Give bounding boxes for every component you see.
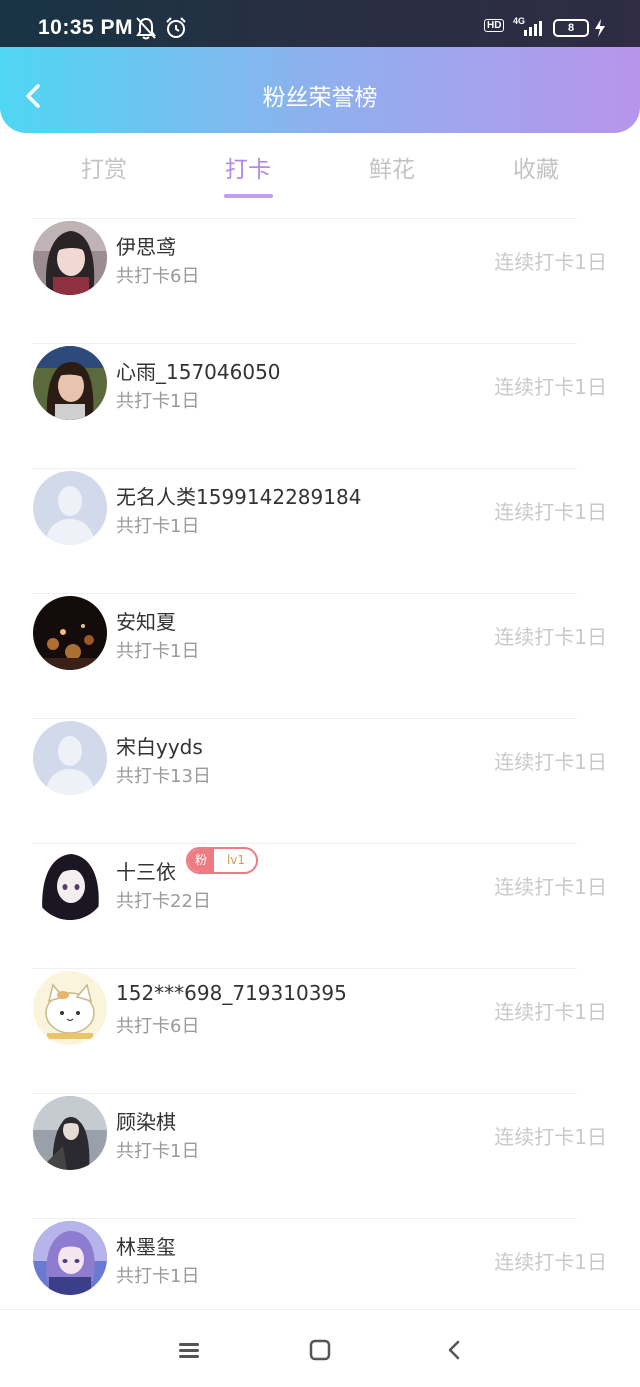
charging-icon: [595, 19, 605, 37]
row-divider: [32, 343, 577, 344]
fan-name: 152***698_719310395: [116, 981, 347, 1005]
fan-level-badge: 粉 lv1: [186, 847, 258, 874]
tab-bar: 打赏 打卡 鲜花 收藏: [0, 140, 640, 202]
system-nav-bar: [0, 1309, 640, 1387]
battery-icon: 8: [553, 19, 589, 37]
tab-checkin[interactable]: 打卡: [178, 150, 318, 184]
nav-back-button[interactable]: [441, 1336, 469, 1364]
row-divider: [32, 843, 577, 844]
row-divider: [32, 468, 577, 469]
avatar[interactable]: [33, 1096, 107, 1170]
battery-level: 8: [567, 22, 575, 34]
tab-flowers[interactable]: 鲜花: [322, 150, 462, 184]
streak-text: 连续打卡1日: [494, 1125, 607, 1149]
streak-text: 连续打卡1日: [494, 750, 607, 774]
total-checkin-count: 共打卡6日: [116, 1016, 200, 1037]
avatar[interactable]: [33, 221, 107, 295]
fan-name: 无名人类1599142289184: [116, 485, 362, 509]
home-square-icon: [309, 1339, 331, 1361]
streak-text: 连续打卡1日: [494, 1250, 607, 1274]
streak-text: 连续打卡1日: [494, 250, 607, 274]
fan-row[interactable]: 无名人类1599142289184 共打卡1日 连续打卡1日: [0, 468, 640, 593]
fan-name: 林墨玺: [116, 1235, 176, 1259]
total-checkin-count: 共打卡1日: [116, 1266, 200, 1287]
fan-row[interactable]: 心雨_157046050 共打卡1日 连续打卡1日: [0, 343, 640, 468]
menu-icon: [179, 1343, 199, 1358]
fan-row[interactable]: 152***698_719310395 共打卡6日 连续打卡1日: [0, 968, 640, 1093]
page-title: 粉丝荣誉榜: [262, 85, 378, 111]
fan-name: 伊思鸢: [116, 235, 176, 259]
fan-row[interactable]: 十三依 粉 lv1 共打卡22日 连续打卡1日: [0, 843, 640, 968]
status-bar: 10:35 PM HD 4G 8: [0, 0, 640, 47]
avatar[interactable]: [33, 346, 107, 420]
avatar[interactable]: [33, 1221, 107, 1295]
row-divider: [32, 218, 577, 219]
default-avatar[interactable]: [33, 721, 107, 795]
streak-text: 连续打卡1日: [494, 875, 607, 899]
bell-muted-icon: [136, 17, 156, 40]
fan-name: 顾染棋: [116, 1110, 176, 1134]
total-checkin-count: 共打卡1日: [116, 641, 200, 662]
total-checkin-count: 共打卡22日: [116, 891, 211, 912]
home-button[interactable]: [306, 1336, 334, 1364]
avatar[interactable]: [33, 971, 107, 1045]
total-checkin-count: 共打卡6日: [116, 266, 200, 287]
fan-badge-level: lv1: [226, 853, 246, 867]
row-divider: [32, 593, 577, 594]
streak-text: 连续打卡1日: [494, 1000, 607, 1024]
alarm-icon: [166, 17, 186, 38]
fan-row[interactable]: 宋白yyds 共打卡13日 连续打卡1日: [0, 718, 640, 843]
hd-icon: HD: [484, 19, 505, 32]
fan-row[interactable]: 安知夏 共打卡1日 连续打卡1日: [0, 593, 640, 718]
tab-reward[interactable]: 打赏: [34, 150, 174, 184]
total-checkin-count: 共打卡1日: [116, 391, 200, 412]
fan-name: 心雨_157046050: [116, 360, 281, 384]
back-triangle-icon: [448, 1340, 460, 1360]
total-checkin-count: 共打卡13日: [116, 766, 211, 787]
status-time: 10:35 PM: [38, 16, 134, 39]
row-divider: [32, 1218, 577, 1219]
avatar[interactable]: [33, 596, 107, 670]
fan-name: 宋白yyds: [116, 735, 203, 759]
streak-text: 连续打卡1日: [494, 375, 607, 399]
fan-name: 安知夏: [116, 610, 176, 634]
menu-button[interactable]: [175, 1336, 203, 1364]
streak-text: 连续打卡1日: [494, 625, 607, 649]
row-divider: [32, 1093, 577, 1094]
active-tab-indicator: [224, 194, 273, 198]
fan-badge-label: 粉: [188, 849, 214, 872]
header: 10:35 PM HD 4G 8 粉丝荣誉榜: [0, 0, 640, 133]
signal-icon: [524, 21, 542, 36]
total-checkin-count: 共打卡1日: [116, 516, 200, 537]
avatar[interactable]: [33, 846, 107, 920]
total-checkin-count: 共打卡1日: [116, 1141, 200, 1162]
row-divider: [32, 718, 577, 719]
streak-text: 连续打卡1日: [494, 500, 607, 524]
tab-favorites[interactable]: 收藏: [466, 150, 606, 184]
row-divider: [32, 968, 577, 969]
fan-row[interactable]: 伊思鸢 共打卡6日 连续打卡1日: [0, 218, 640, 343]
default-avatar[interactable]: [33, 471, 107, 545]
fan-name: 十三依: [116, 860, 176, 884]
fan-row[interactable]: 顾染棋 共打卡1日 连续打卡1日: [0, 1093, 640, 1218]
